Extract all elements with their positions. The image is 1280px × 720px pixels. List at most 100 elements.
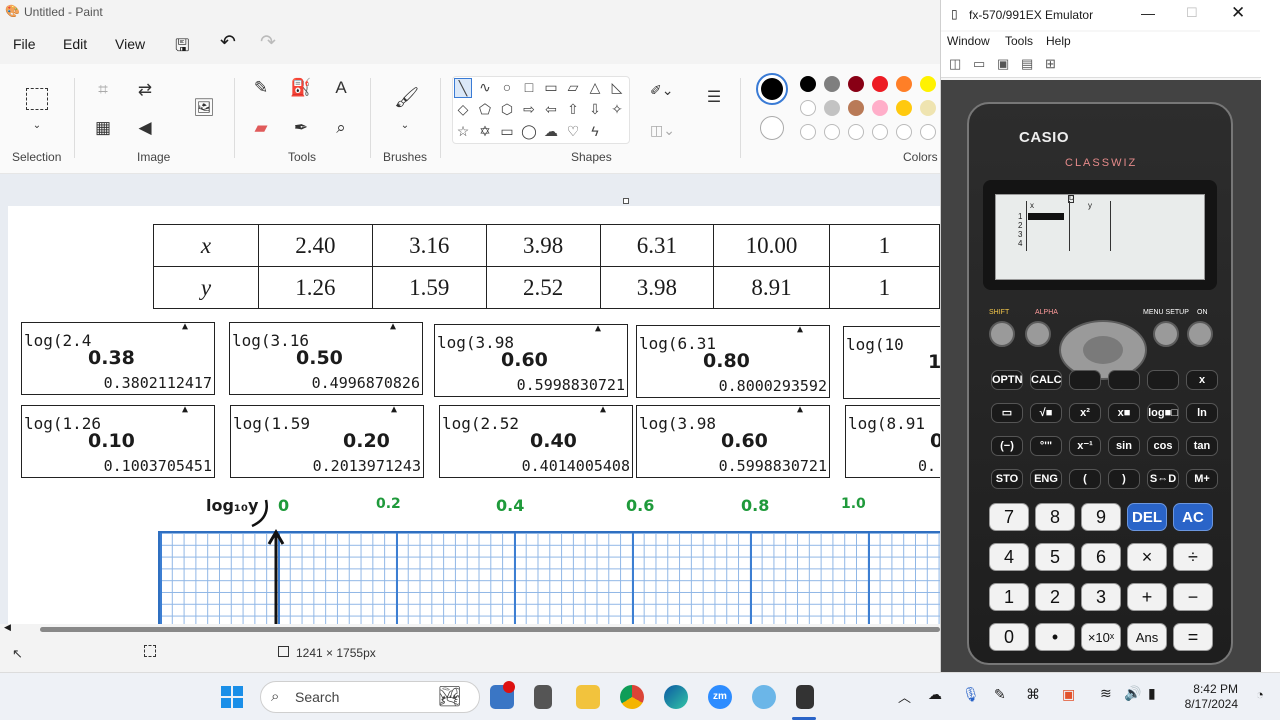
up-arrow-shape-icon[interactable]: ⇧ (564, 100, 582, 118)
office-icon[interactable]: ▣ (1062, 686, 1075, 703)
right-triangle-shape-icon[interactable]: ◺ (608, 78, 626, 96)
six-point-star-icon[interactable]: ✡ (476, 122, 494, 140)
copy-icon[interactable]: ▤ (1021, 56, 1033, 72)
shift-key[interactable] (989, 321, 1015, 347)
menu-tools[interactable]: Tools (1005, 34, 1033, 48)
calc-key[interactable]: − (1173, 583, 1213, 611)
calc-key[interactable]: Ans (1127, 623, 1167, 651)
calc-key[interactable]: + (1127, 583, 1167, 611)
notification-icon[interactable]: ◔ (1256, 687, 1264, 702)
hexagon-shape-icon[interactable]: ⬡ (498, 100, 516, 118)
color-swatch[interactable] (920, 76, 936, 92)
text-icon[interactable]: A (330, 78, 352, 98)
empty-swatch[interactable] (800, 124, 816, 140)
horizontal-scrollbar[interactable]: ◀ (0, 622, 940, 636)
function-key[interactable]: ln (1186, 403, 1218, 423)
function-key[interactable]: ENG (1030, 469, 1062, 489)
curve-shape-icon[interactable]: ∿ (476, 78, 494, 96)
taskbar-search[interactable]: ⌕ Search 🏞 (260, 681, 480, 713)
function-key[interactable]: S⇔D (1147, 469, 1179, 489)
callout-rect-icon[interactable]: ▭ (498, 122, 516, 140)
outline-icon[interactable]: ✐⌄ (650, 80, 673, 100)
function-key[interactable] (1108, 370, 1140, 390)
function-key[interactable]: x (1186, 370, 1218, 390)
pen-icon[interactable]: ✎ (994, 686, 1006, 703)
windows-start-icon[interactable] (221, 686, 243, 708)
alpha-key[interactable] (1025, 321, 1051, 347)
calc-key[interactable]: ÷ (1173, 543, 1213, 571)
lightning-shape-icon[interactable]: ϟ (586, 122, 604, 140)
color-swatch[interactable] (824, 100, 840, 116)
scroll-left-icon[interactable]: ◀ (4, 622, 11, 633)
maximize-icon[interactable]: ☐ (1186, 5, 1198, 21)
view-icon[interactable]: ◫ (949, 56, 961, 72)
pencil-icon[interactable]: ✎ (250, 78, 272, 98)
chevron-down-icon[interactable]: ⌄ (394, 116, 416, 136)
paint-app-taskbar-icon[interactable] (752, 685, 776, 709)
eraser-icon[interactable]: ▰ (250, 118, 272, 138)
triangle-shape-icon[interactable]: △ (586, 78, 604, 96)
rounded-rectangle-shape-icon[interactable]: ▭ (542, 78, 560, 96)
function-key[interactable] (1069, 370, 1101, 390)
menu-file[interactable]: File (13, 36, 36, 52)
calc-key[interactable]: 5 (1035, 543, 1075, 571)
select-all-icon[interactable]: ▦ (92, 118, 114, 138)
right-arrow-shape-icon[interactable]: ⇨ (520, 100, 538, 118)
function-key[interactable]: tan (1186, 436, 1218, 456)
heart-shape-icon[interactable]: ♡ (564, 122, 582, 140)
language-icon[interactable]: ⌘ (1026, 686, 1040, 703)
color-swatch[interactable] (848, 100, 864, 116)
size-icon[interactable]: ☰ (703, 88, 725, 108)
color-swatch[interactable] (800, 100, 816, 116)
function-key[interactable]: √■ (1030, 403, 1062, 423)
diamond-shape-icon[interactable]: ◇ (454, 100, 472, 118)
color-swatch[interactable] (896, 76, 912, 92)
chrome-icon[interactable] (620, 685, 644, 709)
on-key[interactable] (1187, 321, 1213, 347)
color-swatch[interactable] (920, 100, 936, 116)
color-swatch[interactable] (848, 76, 864, 92)
line-shape-icon[interactable]: ╲ (454, 78, 472, 98)
function-key[interactable]: STO (991, 469, 1023, 489)
function-key[interactable]: °'" (1030, 436, 1062, 456)
calc-key[interactable]: 6 (1081, 543, 1121, 571)
calc-key[interactable]: 1 (989, 583, 1029, 611)
menu-view[interactable]: View (115, 36, 145, 52)
rotate-icon[interactable]: ◀ (134, 118, 156, 138)
calc-key[interactable]: 7 (989, 503, 1029, 531)
color1-selector[interactable] (756, 73, 788, 105)
empty-swatch[interactable] (824, 124, 840, 140)
color-swatch[interactable] (872, 100, 888, 116)
magnifier-icon[interactable]: ⌕ (330, 118, 352, 138)
calc-key[interactable]: × (1127, 543, 1167, 571)
menu-edit[interactable]: Edit (63, 36, 87, 52)
calc-key[interactable]: 0 (989, 623, 1029, 651)
system-clock[interactable]: 8:42 PM 8/17/2024 (1185, 682, 1238, 712)
polygon-shape-icon[interactable]: ▱ (564, 78, 582, 96)
down-arrow-shape-icon[interactable]: ⇩ (586, 100, 604, 118)
selection-icon[interactable] (26, 88, 48, 110)
minimize-icon[interactable]: — (1141, 5, 1155, 21)
calc-key[interactable]: = (1173, 623, 1213, 651)
fill-style-icon[interactable]: ◫⌄ (650, 120, 675, 140)
redo-icon[interactable]: ↷ (260, 31, 276, 54)
left-arrow-shape-icon[interactable]: ⇦ (542, 100, 560, 118)
calc-key[interactable]: • (1035, 623, 1075, 651)
menu-window[interactable]: Window (947, 34, 990, 48)
save-icon[interactable]: 🖫 (175, 33, 189, 62)
brush-icon[interactable]: 🖌 (394, 88, 419, 108)
window-icon[interactable]: ▭ (973, 56, 985, 72)
function-key[interactable]: CALC (1030, 370, 1062, 390)
edge-icon[interactable] (664, 685, 688, 709)
microphone-icon[interactable]: 🎙 (962, 686, 980, 703)
calc-key[interactable]: 9 (1081, 503, 1121, 531)
empty-swatch[interactable] (896, 124, 912, 140)
scrollbar-thumb[interactable] (40, 627, 940, 632)
menu-key[interactable] (1153, 321, 1179, 347)
pentagon-shape-icon[interactable]: ⬠ (476, 100, 494, 118)
menu-help[interactable]: Help (1046, 34, 1071, 48)
cloud-icon[interactable]: ☁ (928, 686, 942, 703)
function-key[interactable]: sin (1108, 436, 1140, 456)
function-key[interactable]: (−) (991, 436, 1023, 456)
chevron-up-icon[interactable]: ︿ (898, 687, 911, 706)
